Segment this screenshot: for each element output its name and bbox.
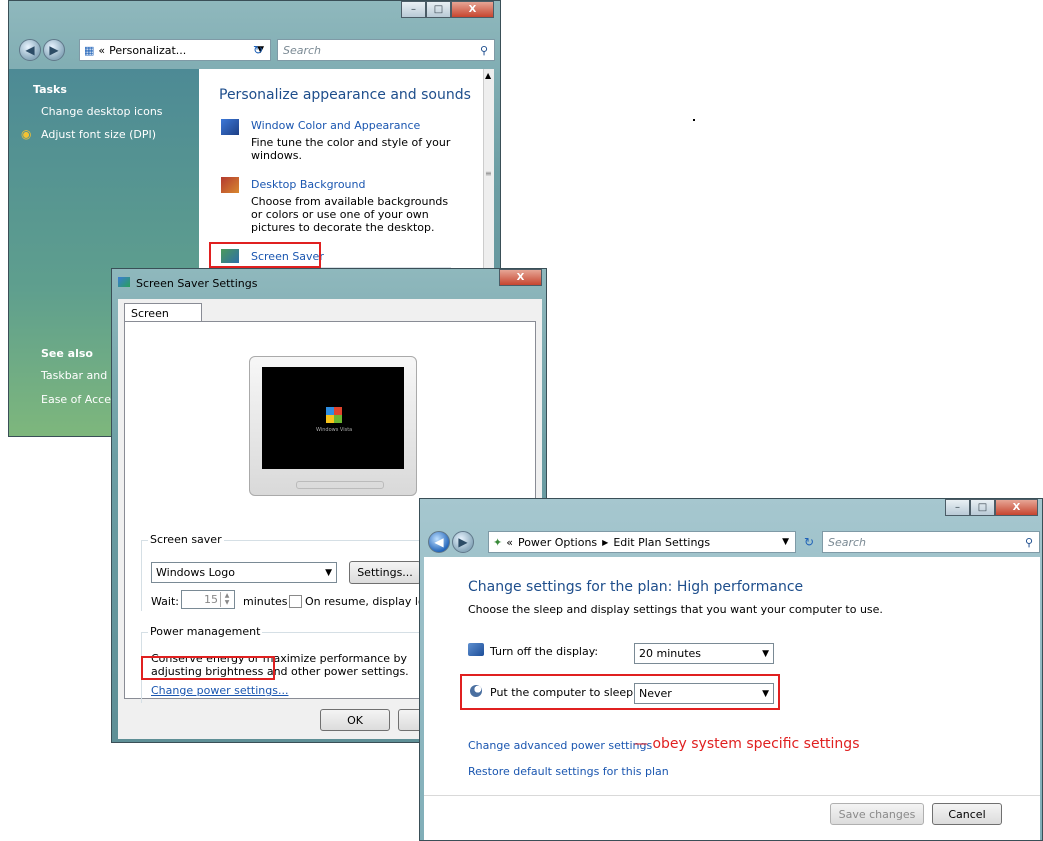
search-placeholder: Search bbox=[283, 43, 322, 57]
display-timeout-value: 20 minutes bbox=[639, 647, 702, 660]
see-also-taskbar[interactable]: Taskbar and St bbox=[41, 369, 122, 382]
scroll-up-arrow[interactable]: ▲ bbox=[485, 71, 491, 80]
wait-value: 15 bbox=[204, 593, 218, 606]
address-bar[interactable]: ▦ « Personalizat... ▼ bbox=[79, 39, 271, 61]
minimize-button[interactable]: – bbox=[945, 499, 970, 516]
desktop-background-link[interactable]: Desktop Background bbox=[251, 178, 366, 191]
window-title: Screen Saver Settings bbox=[136, 277, 258, 290]
stray-dot bbox=[693, 119, 695, 121]
maximize-button[interactable]: □ bbox=[426, 1, 451, 18]
control-panel-icon: ▦ bbox=[84, 43, 95, 57]
advanced-power-settings-link[interactable]: Change advanced power settings bbox=[468, 739, 652, 752]
address-prefix: « bbox=[98, 43, 106, 57]
back-button[interactable]: ◀ bbox=[19, 39, 41, 61]
minutes-label: minutes bbox=[243, 595, 288, 608]
close-button[interactable]: X bbox=[451, 1, 494, 18]
refresh-icon[interactable]: ↻ bbox=[804, 535, 814, 549]
maximize-button[interactable]: □ bbox=[970, 499, 995, 516]
caption-buttons: – □ X bbox=[401, 1, 494, 18]
tasks-heading: Tasks bbox=[33, 83, 67, 96]
chevron-down-icon: ▼ bbox=[325, 567, 332, 578]
desktop-background-desc: Choose from available backgrounds or col… bbox=[251, 195, 449, 234]
footer-divider bbox=[424, 795, 1040, 796]
screen-saver-value: Windows Logo bbox=[156, 566, 235, 579]
wait-stepper[interactable]: 15 ▲ ▼ bbox=[181, 590, 235, 609]
window-color-icon bbox=[221, 119, 239, 135]
desktop-background-icon bbox=[221, 177, 239, 193]
breadcrumb-prefix: « bbox=[506, 535, 513, 549]
monitor-stand bbox=[296, 481, 384, 489]
annotation-text: — obey system specific settings bbox=[634, 736, 860, 752]
power-options-icon: ✦ bbox=[493, 535, 503, 549]
address-bar[interactable]: ✦ « Power Options ▶ Edit Plan Settings ▼ bbox=[488, 531, 796, 553]
windows-logo-icon bbox=[326, 407, 342, 423]
screen-saver-select[interactable]: Windows Logo ▼ bbox=[151, 562, 337, 583]
power-options-window: – □ X ◀ ▶ ✦ « Power Options ▶ Edit Plan … bbox=[419, 498, 1043, 841]
monitor-preview: Windows Vista bbox=[249, 356, 417, 496]
close-button[interactable]: X bbox=[499, 269, 542, 286]
refresh-icon[interactable]: ↻ bbox=[253, 43, 263, 57]
chevron-right-icon: ▶ bbox=[602, 537, 609, 547]
window-color-link[interactable]: Window Color and Appearance bbox=[251, 119, 420, 132]
tab-screen-saver[interactable]: Screen Saver bbox=[124, 303, 202, 333]
restore-defaults-link[interactable]: Restore default settings for this plan bbox=[468, 765, 669, 778]
search-icon[interactable]: ⚲ bbox=[480, 44, 488, 57]
power-link-highlight bbox=[141, 656, 275, 680]
settings-button[interactable]: Settings... bbox=[349, 561, 421, 584]
breadcrumb-edit-plan[interactable]: Edit Plan Settings bbox=[613, 536, 710, 549]
screen-saver-title-icon bbox=[118, 277, 130, 287]
breadcrumb-power-options[interactable]: Power Options bbox=[518, 536, 597, 549]
see-also-heading: See also bbox=[41, 347, 93, 360]
chevron-down-icon[interactable]: ▼ bbox=[782, 537, 789, 547]
monitor-clock-icon bbox=[468, 643, 484, 656]
change-power-settings-link[interactable]: Change power settings... bbox=[151, 684, 288, 697]
preview-logo-text: Windows Vista bbox=[316, 427, 353, 433]
group-label: Screen saver bbox=[148, 533, 224, 546]
screen-saver-highlight bbox=[209, 242, 321, 268]
page-title: Personalize appearance and sounds bbox=[219, 87, 471, 103]
close-button[interactable]: X bbox=[995, 499, 1038, 516]
caption-buttons: – □ X bbox=[945, 499, 1038, 516]
spin-arrows-icon[interactable]: ▲ ▼ bbox=[220, 592, 233, 607]
wait-label: Wait: bbox=[151, 595, 179, 608]
search-input[interactable]: Search ⚲ bbox=[822, 531, 1040, 553]
minimize-button[interactable]: – bbox=[401, 1, 426, 18]
back-button[interactable]: ◀ bbox=[428, 531, 450, 553]
group-label: Power management bbox=[148, 625, 263, 638]
ok-button[interactable]: OK bbox=[320, 709, 390, 731]
chevron-down-icon: ▼ bbox=[762, 648, 769, 659]
search-input[interactable]: Search ⚲ bbox=[277, 39, 495, 61]
scroll-grip: ≡ bbox=[485, 169, 492, 178]
forward-button[interactable]: ▶ bbox=[452, 531, 474, 553]
task-adjust-font-size[interactable]: Adjust font size (DPI) bbox=[41, 128, 156, 141]
display-timeout-select[interactable]: 20 minutes ▼ bbox=[634, 643, 774, 664]
cancel-button[interactable]: Cancel bbox=[932, 803, 1002, 825]
address-text: Personalizat... bbox=[109, 43, 187, 57]
shield-icon: ◉ bbox=[21, 127, 32, 141]
resume-checkbox[interactable] bbox=[289, 595, 302, 608]
page-title: Change settings for the plan: High perfo… bbox=[468, 579, 804, 595]
preview-screen: Windows Vista bbox=[262, 367, 404, 469]
task-change-desktop-icons[interactable]: Change desktop icons bbox=[41, 105, 163, 118]
forward-button[interactable]: ▶ bbox=[43, 39, 65, 61]
display-label: Turn off the display: bbox=[490, 645, 599, 658]
page-subtitle: Choose the sleep and display settings th… bbox=[468, 603, 883, 616]
sleep-setting-highlight bbox=[460, 674, 780, 710]
search-icon[interactable]: ⚲ bbox=[1025, 536, 1033, 549]
save-changes-button[interactable]: Save changes bbox=[830, 803, 924, 825]
search-placeholder: Search bbox=[828, 535, 867, 549]
window-color-desc: Fine tune the color and style of your wi… bbox=[251, 136, 451, 162]
